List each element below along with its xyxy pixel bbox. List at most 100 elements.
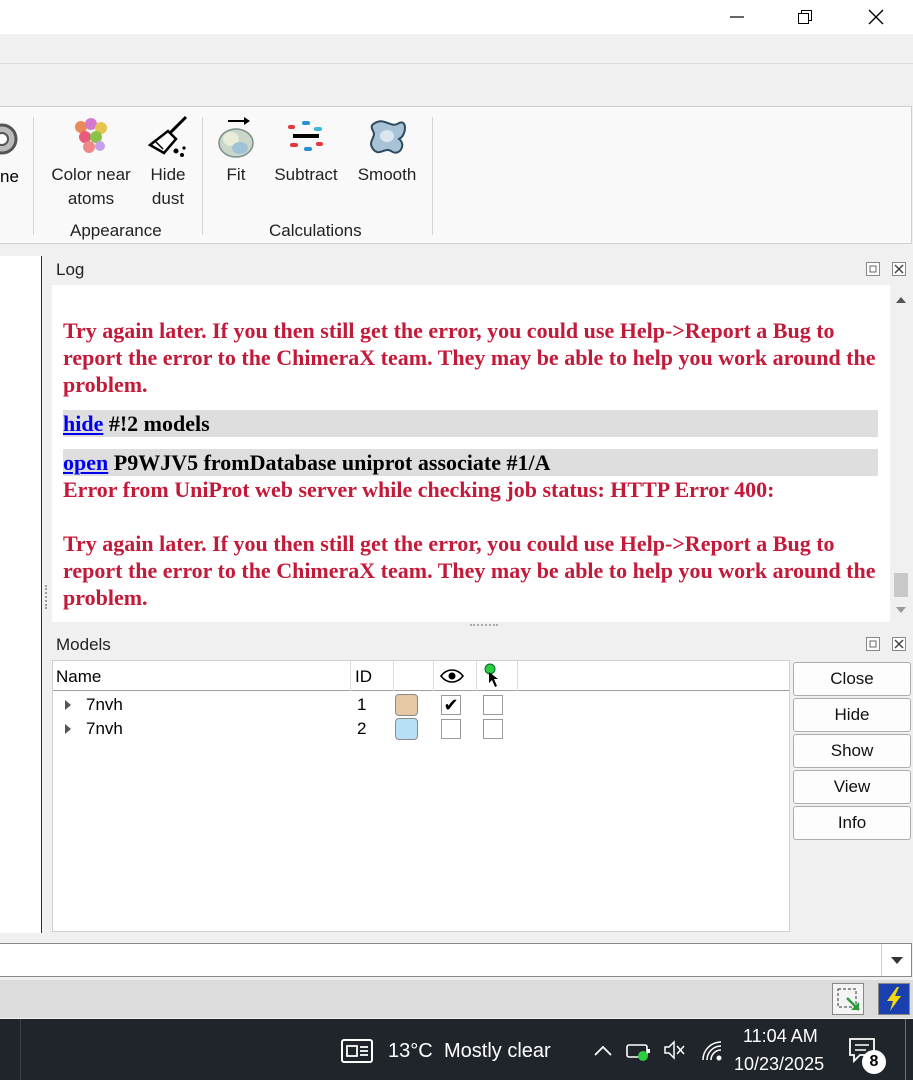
title-bar (0, 0, 913, 34)
graphics-speed-button[interactable] (878, 983, 910, 1015)
expand-arrow-icon[interactable] (65, 700, 71, 710)
log-error-message: Try again later. If you then still get t… (63, 531, 876, 610)
log-command-text: P9WJV5 fromDatabase uniprot associate #1… (108, 450, 551, 475)
model-shown-checkbox[interactable]: ✔ (441, 695, 461, 715)
weather-description[interactable]: Mostly clear (444, 1040, 551, 1063)
close-icon (868, 9, 884, 25)
log-panel-header: Log (52, 258, 910, 284)
fit-icon (218, 117, 254, 158)
broom-icon (147, 115, 188, 157)
show-desktop-button[interactable] (905, 1019, 906, 1080)
model-color-swatch[interactable] (395, 718, 418, 740)
color-near-atoms-button[interactable]: Color near atoms (48, 115, 134, 211)
log-scrollbar[interactable] (890, 285, 912, 622)
minimize-button[interactable] (714, 0, 760, 34)
column-header-id[interactable]: ID (355, 667, 372, 687)
model-name: 7nvh (86, 695, 123, 714)
select-region-icon (837, 988, 860, 1011)
log-scroll-thumb[interactable] (894, 573, 908, 597)
close-window-button[interactable] (853, 0, 899, 34)
show-model-button[interactable]: Show (793, 734, 911, 768)
log-clipped-line (52, 285, 890, 289)
smooth-label: Smooth (357, 165, 417, 184)
models-close-button[interactable] (892, 637, 906, 651)
select-pointer-icon[interactable] (482, 663, 504, 689)
windows-taskbar: 13°C Mostly clear 11:04 AM 10/23/2025 8 (0, 1019, 913, 1080)
models-table-header: Name ID (53, 661, 789, 691)
models-table[interactable]: Name ID 7nvh 1 ✔ 7nvh 2 (52, 660, 790, 932)
toolbar-ribbon: ne Color near atoms Hide dust Fit Subtra… (0, 106, 912, 244)
float-icon (869, 265, 877, 273)
model-select-checkbox[interactable] (483, 695, 503, 715)
command-line-input[interactable] (0, 943, 912, 977)
notification-count-badge: 8 (862, 1050, 886, 1074)
color-near-atoms-label-2: atoms (67, 189, 115, 208)
fit-label: Fit (226, 165, 246, 184)
show-hidden-icons-chevron-icon[interactable] (593, 1043, 613, 1057)
model-id: 2 (357, 719, 367, 738)
subtract-button[interactable]: Subtract (270, 115, 342, 187)
smooth-icon (370, 120, 406, 154)
expand-arrow-icon[interactable] (65, 724, 71, 734)
hide-dust-button[interactable]: Hide dust (145, 115, 191, 211)
ribbon-separator (33, 117, 34, 235)
model-shown-checkbox[interactable] (441, 719, 461, 739)
subtract-icon (288, 121, 323, 151)
battery-charging-icon[interactable] (626, 1041, 652, 1061)
group-label-appearance: Appearance (70, 221, 162, 240)
scroll-down-icon[interactable] (890, 599, 912, 621)
subtract-label: Subtract (274, 165, 338, 184)
splitter-handle[interactable] (470, 624, 498, 627)
smooth-button[interactable]: Smooth (352, 115, 422, 187)
log-command-link[interactable]: open (63, 450, 108, 475)
info-model-button[interactable]: Info (793, 806, 911, 840)
hide-dust-label-1: Hide (150, 165, 186, 184)
log-close-button[interactable] (892, 262, 906, 276)
graphics-pane[interactable] (0, 256, 42, 933)
log-command-link[interactable]: hide (63, 411, 103, 436)
scroll-up-icon[interactable] (890, 289, 912, 311)
log-error-message: Error from UniProt web server while chec… (63, 477, 775, 502)
mesh-icon (0, 123, 18, 155)
wifi-icon[interactable] (700, 1040, 726, 1062)
weather-temperature[interactable]: 13°C (388, 1040, 433, 1063)
model-row[interactable]: 7nvh 1 ✔ (53, 693, 789, 717)
fit-button[interactable]: Fit (213, 115, 259, 187)
hide-model-button[interactable]: Hide (793, 698, 911, 732)
speaker-muted-icon[interactable] (663, 1039, 687, 1061)
partial-ribbon-button[interactable]: ne (0, 115, 20, 186)
float-icon (869, 640, 877, 648)
models-float-button[interactable] (866, 637, 880, 651)
view-model-button[interactable]: View (793, 770, 911, 804)
partial-ribbon-label: ne (0, 167, 19, 186)
log-float-button[interactable] (866, 262, 880, 276)
models-title: Models (56, 635, 111, 654)
status-bar (0, 980, 913, 1018)
model-color-swatch[interactable] (395, 694, 418, 716)
models-panel-header: Models (52, 633, 910, 659)
hide-dust-label-2: dust (151, 189, 185, 208)
close-icon (894, 639, 904, 649)
color-near-atoms-icon (75, 118, 107, 153)
clock-date[interactable]: 10/23/2025 (734, 1054, 824, 1075)
color-near-atoms-label-1: Color near (51, 165, 131, 184)
command-history-dropdown[interactable] (881, 944, 911, 976)
log-command-text: #!2 models (103, 411, 210, 436)
log-title: Log (56, 260, 85, 279)
ribbon-tab-strip (0, 64, 913, 106)
model-select-checkbox[interactable] (483, 719, 503, 739)
close-model-button[interactable]: Close (793, 662, 911, 696)
lightning-icon (887, 987, 901, 1011)
ribbon-separator (432, 117, 433, 235)
close-icon (894, 264, 904, 274)
splitter-handle[interactable] (45, 585, 48, 609)
chevron-down-icon (890, 957, 903, 964)
model-row[interactable]: 7nvh 2 (53, 717, 789, 741)
news-widget-icon[interactable] (340, 1037, 376, 1065)
eye-icon[interactable] (439, 667, 465, 685)
clock-time[interactable]: 11:04 AM (743, 1026, 818, 1047)
restore-button[interactable] (782, 0, 828, 34)
log-content[interactable]: Try again later. If you then still get t… (52, 285, 890, 622)
column-header-name[interactable]: Name (56, 667, 101, 687)
selection-inspector-button[interactable] (832, 983, 864, 1015)
